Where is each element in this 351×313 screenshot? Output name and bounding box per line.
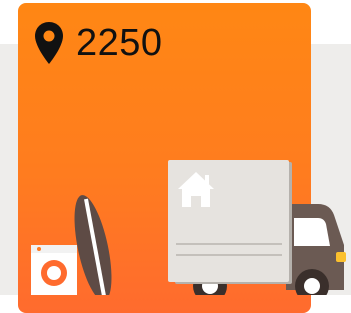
washing-machine-icon (31, 245, 77, 295)
moving-box (168, 160, 292, 284)
moving-illustration (31, 160, 346, 295)
